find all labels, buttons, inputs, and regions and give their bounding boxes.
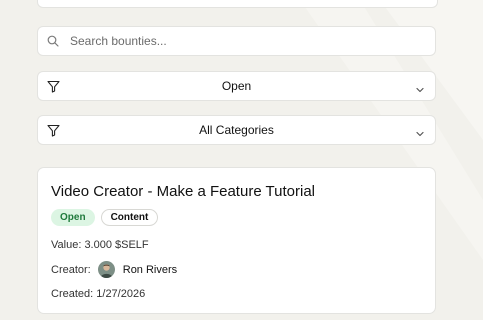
value-amount: 3.000 $SELF — [84, 239, 149, 251]
bounty-badges: Open Content — [51, 209, 159, 226]
search-icon — [47, 35, 59, 47]
value-label: Value: — [51, 239, 82, 251]
avatar[interactable] — [97, 261, 115, 278]
search-input[interactable] — [70, 34, 410, 48]
bounty-created-row: Created: 1/27/2026 — [51, 288, 145, 300]
creator-label: Creator: — [51, 263, 91, 276]
previous-card — [37, 0, 438, 8]
chevron-down-icon — [415, 82, 425, 93]
bounty-creator-row: Creator: Ron Rivers — [51, 261, 177, 278]
chevron-down-icon — [415, 126, 425, 137]
bounty-card[interactable]: Video Creator - Make a Feature Tutorial … — [37, 167, 436, 314]
status-filter-select[interactable]: Open — [37, 71, 436, 101]
creator-name[interactable]: Ron Rivers — [123, 264, 177, 276]
category-filter-value: All Categories — [199, 123, 274, 137]
bounty-value-row: Value: 3.000 $SELF — [51, 239, 149, 251]
status-filter-value: Open — [221, 79, 252, 93]
category-filter-select[interactable]: All Categories — [37, 115, 436, 145]
created-date: 1/27/2026 — [96, 288, 146, 300]
bounty-title[interactable]: Video Creator - Make a Feature Tutorial — [51, 183, 315, 200]
category-badge: Content — [100, 209, 159, 226]
status-badge: Open — [51, 209, 95, 226]
search-bar[interactable] — [37, 26, 436, 56]
created-label: Created: — [51, 288, 94, 300]
